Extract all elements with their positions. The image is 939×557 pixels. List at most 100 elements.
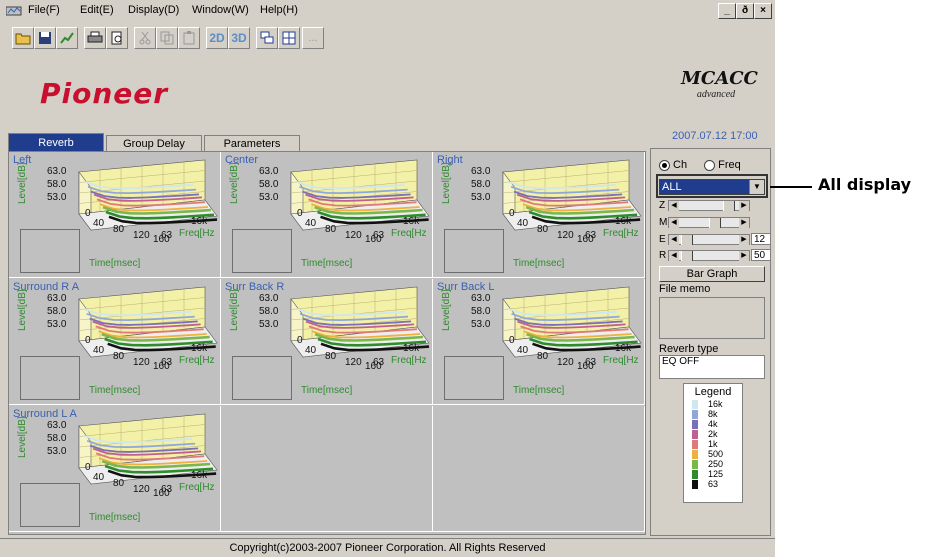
x-tick-label: 0 [509,335,515,346]
y-tick-label: 58.0 [47,306,67,317]
y-axis-label: Level[dB] [17,162,28,204]
slider-z-track[interactable]: ◀ ▶ [668,200,750,211]
menu-window[interactable]: Window(W) [192,4,249,16]
slider-e-label: E [659,234,666,245]
x-tick-label: 40 [93,345,105,356]
y-tick-label: 53.0 [47,446,67,457]
slider-e-value[interactable]: 12 [751,233,771,245]
arrow-right-icon[interactable]: ▶ [739,218,749,228]
legend-swatch [692,480,698,489]
radio-ch-indicator[interactable] [659,159,670,171]
slider-z-thumb[interactable] [723,201,735,211]
channel-plot: Surround R A Level[dB] 63.0 58.0 53.0 0 40 80 12… [9,279,221,405]
print-icon[interactable] [84,27,106,49]
bar-graph-button[interactable]: Bar Graph [659,266,765,282]
save-icon[interactable] [34,27,56,49]
close-button[interactable]: × [754,3,772,19]
arrow-left-icon[interactable]: ◀ [669,201,679,211]
y-axis-label: Level[dB] [229,162,240,204]
menu-display[interactable]: Display(D) [128,4,179,16]
x-tick-label: 40 [305,218,317,229]
more-button[interactable]: ... [302,27,324,49]
legend-label: 4k [708,419,718,429]
open-folder-icon[interactable] [12,27,34,49]
slider-m-track[interactable]: ◀ ▶ [668,217,750,228]
slider-m-thumb[interactable] [709,218,721,228]
radio-ch[interactable]: Ch [659,159,687,171]
arrow-left-icon[interactable]: ◀ [669,235,679,245]
x-tick-label: 120 [133,230,150,241]
x-tick-label: 40 [93,218,105,229]
x-tick-label: 80 [113,478,125,489]
y-tick-label: 53.0 [259,319,279,330]
legend-label: 63 [708,479,719,489]
freq-tick-label: 16k [403,343,420,354]
freq-axis-label: Freq[Hz [391,228,427,239]
y-tick-label: 53.0 [471,319,491,330]
mcacc-logo: MCACC advanced [681,68,758,109]
copy-icon[interactable] [156,27,178,49]
cascade-windows-icon[interactable] [256,27,278,49]
y-tick-label: 58.0 [259,306,279,317]
legend-label: 16k [708,399,723,409]
channel-info-box [444,229,504,273]
slider-r-track[interactable]: ◀ ▶ [668,250,750,261]
measurement-datetime: 2007.07.12 17:00 [672,130,758,142]
freq-tick-label: 16k [615,343,632,354]
legend-swatch [692,400,698,409]
restore-button[interactable]: ð [736,3,754,19]
freq-tick-label: 63 [585,230,597,241]
arrow-right-icon[interactable]: ▶ [739,201,749,211]
legend-swatch [692,440,698,449]
menu-file[interactable]: File(F) [28,4,60,16]
all-display-highlight [656,174,768,198]
freq-tick-label: 63 [161,484,173,495]
x-tick-label: 120 [557,230,574,241]
radio-freq-indicator[interactable] [704,159,716,171]
tab-group-delay[interactable]: Group Delay [106,135,202,151]
freq-tick-label: 16k [403,216,420,227]
channel-info-box [20,483,80,527]
freq-tick-label: 16k [191,470,208,481]
slider-e-track[interactable]: ◀ ▶ [668,234,750,245]
legend-title: Legend [694,386,732,398]
slider-e-thumb[interactable] [681,235,693,245]
freq-tick-label: 63 [373,230,385,241]
y-tick-label: 53.0 [47,192,67,203]
reverb-type-field[interactable]: EQ OFF [659,355,765,379]
menu-help[interactable]: Help(H) [260,4,298,16]
y-tick-label: 58.0 [47,179,67,190]
view-2d-button[interactable]: 2D [206,27,228,49]
minimize-button[interactable]: _ [718,3,736,19]
print-preview-icon[interactable] [106,27,128,49]
y-tick-label: 58.0 [47,433,67,444]
slider-r-thumb[interactable] [681,251,693,261]
y-tick-label: 63.0 [259,166,279,177]
arrow-left-icon[interactable]: ◀ [669,218,679,228]
tab-reverb[interactable]: Reverb [8,133,104,151]
radio-freq[interactable]: Freq [704,159,741,171]
tab-parameters[interactable]: Parameters [204,135,300,151]
empty-plot-cell [433,406,645,532]
app-window: File(F) Edit(E) Display(D) Window(W) Hel… [0,0,775,557]
view-3d-button[interactable]: 3D [228,27,250,49]
mcacc-logo-text: MCACC [681,68,758,89]
arrow-left-icon[interactable]: ◀ [669,251,679,261]
x-tick-label: 80 [537,224,549,235]
arrow-right-icon[interactable]: ▶ [739,251,749,261]
tile-windows-icon[interactable] [278,27,300,49]
legend-swatch [692,410,698,419]
file-memo-field[interactable] [659,297,765,339]
cut-icon[interactable] [134,27,156,49]
paste-icon[interactable] [178,27,200,49]
arrow-right-icon[interactable]: ▶ [739,235,749,245]
brand-header: Pioneer MCACC advanced [4,55,771,125]
slider-r-value[interactable]: 50 [751,249,771,261]
time-axis-label: Time[msec] [301,385,353,396]
x-tick-label: 80 [113,224,125,235]
x-tick-label: 120 [345,357,362,368]
mcacc-logo-subtext: advanced [696,89,736,100]
display-mode-radios: Ch Freq [659,159,741,171]
graph-icon[interactable] [56,27,78,49]
menu-edit[interactable]: Edit(E) [80,4,114,16]
